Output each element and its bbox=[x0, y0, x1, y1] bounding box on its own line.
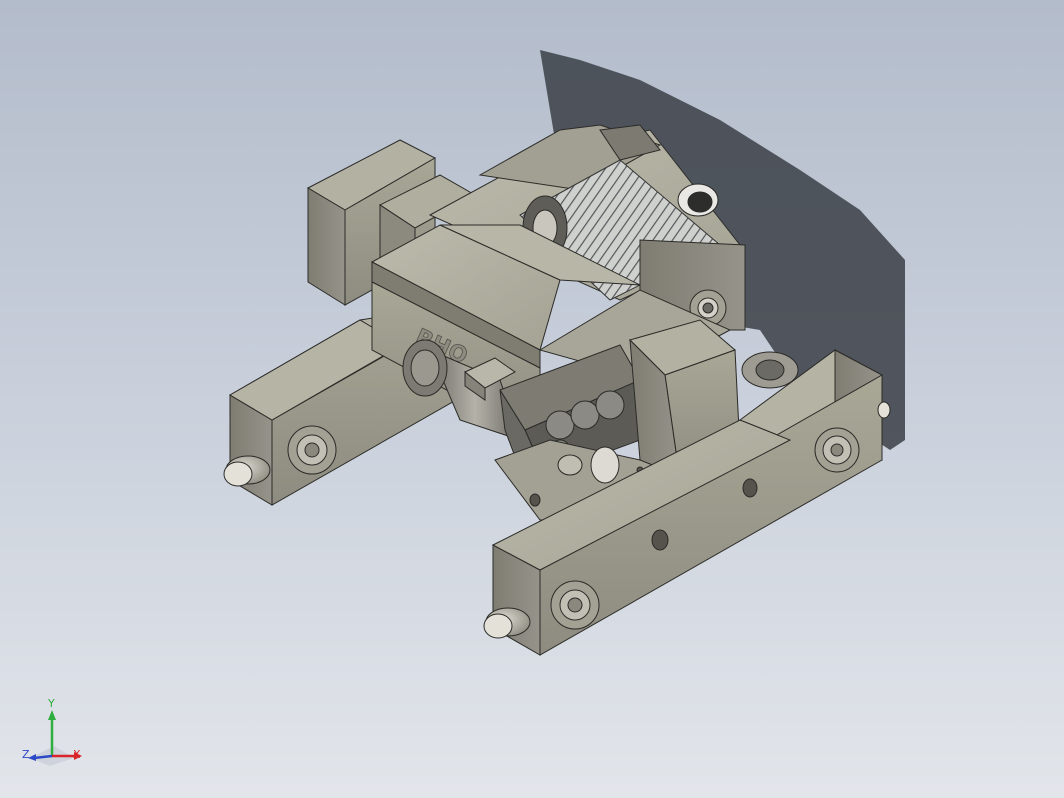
coordinate-triad: Y X Z bbox=[18, 697, 88, 770]
brake-disc-icon bbox=[590, 446, 620, 484]
hoist-trolley-3d-model[interactable]: RHO bbox=[0, 0, 1064, 798]
triad-x-label: X bbox=[73, 748, 81, 761]
triad-z-label: Z bbox=[22, 748, 30, 761]
triad-y-label: Y bbox=[48, 697, 55, 710]
cad-viewport[interactable]: RHO Y X Z bbox=[0, 0, 1064, 798]
